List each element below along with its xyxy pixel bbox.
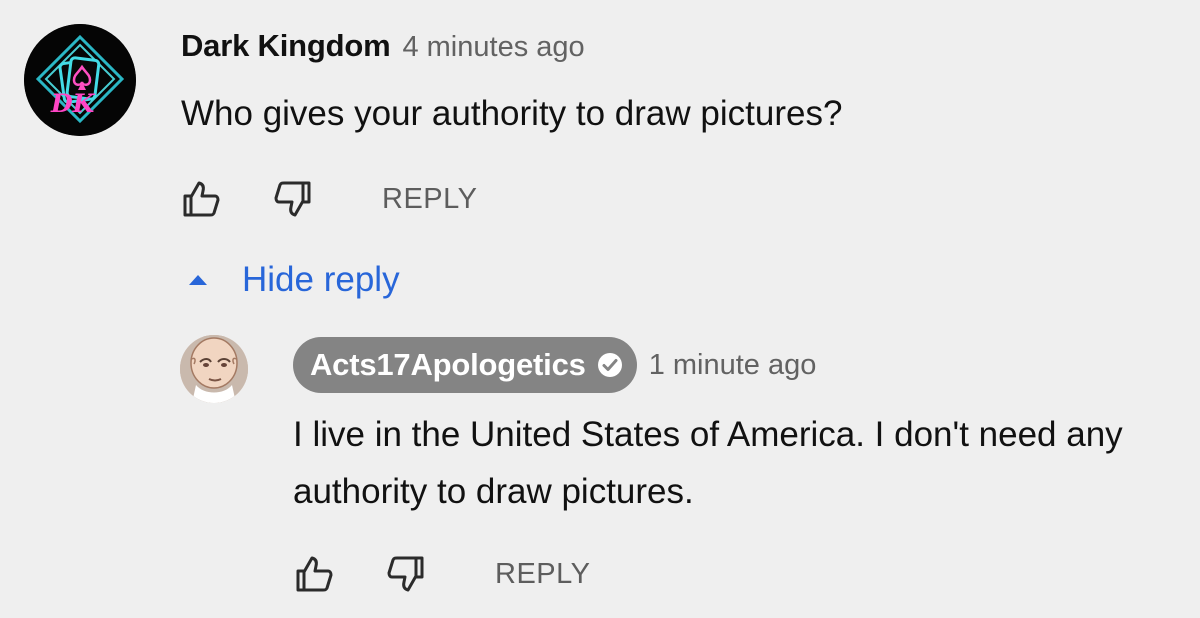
- reply-comment-text: I live in the United States of America. …: [293, 415, 1123, 511]
- reply-comment-timestamp[interactable]: 1 minute ago: [649, 349, 817, 382]
- svg-text:DK: DK: [50, 89, 96, 118]
- reply-comment-reply-button[interactable]: REPLY: [495, 553, 590, 595]
- hide-reply-label: Hide reply: [242, 260, 400, 299]
- main-comment-timestamp[interactable]: 4 minutes ago: [402, 31, 584, 64]
- dark-kingdom-avatar[interactable]: DK: [24, 24, 136, 136]
- reply-author-pill[interactable]: Acts17Apologetics: [293, 337, 637, 393]
- thumb-down-icon[interactable]: [385, 553, 427, 595]
- main-comment-header: Dark Kingdom 4 minutes ago: [181, 28, 585, 70]
- reply-comment-author: Acts17Apologetics: [310, 347, 586, 382]
- main-comment-text: Who gives your authority to draw picture…: [181, 94, 843, 133]
- hide-reply-toggle[interactable]: Hide reply: [176, 258, 400, 302]
- verified-check-icon: [596, 351, 624, 379]
- triangle-up-icon: [176, 258, 220, 302]
- reply-comment-header: Acts17Apologetics 1 minute ago: [293, 337, 816, 393]
- thumb-up-icon[interactable]: [293, 553, 335, 595]
- thumb-up-icon[interactable]: [180, 178, 222, 220]
- main-comment-author[interactable]: Dark Kingdom: [181, 28, 391, 64]
- reply-comment-actions: REPLY: [293, 553, 590, 595]
- main-comment-actions: REPLY: [180, 178, 477, 220]
- acts17apologetics-avatar[interactable]: [180, 335, 248, 403]
- main-reply-button[interactable]: REPLY: [382, 178, 477, 220]
- thumb-down-icon[interactable]: [272, 178, 314, 220]
